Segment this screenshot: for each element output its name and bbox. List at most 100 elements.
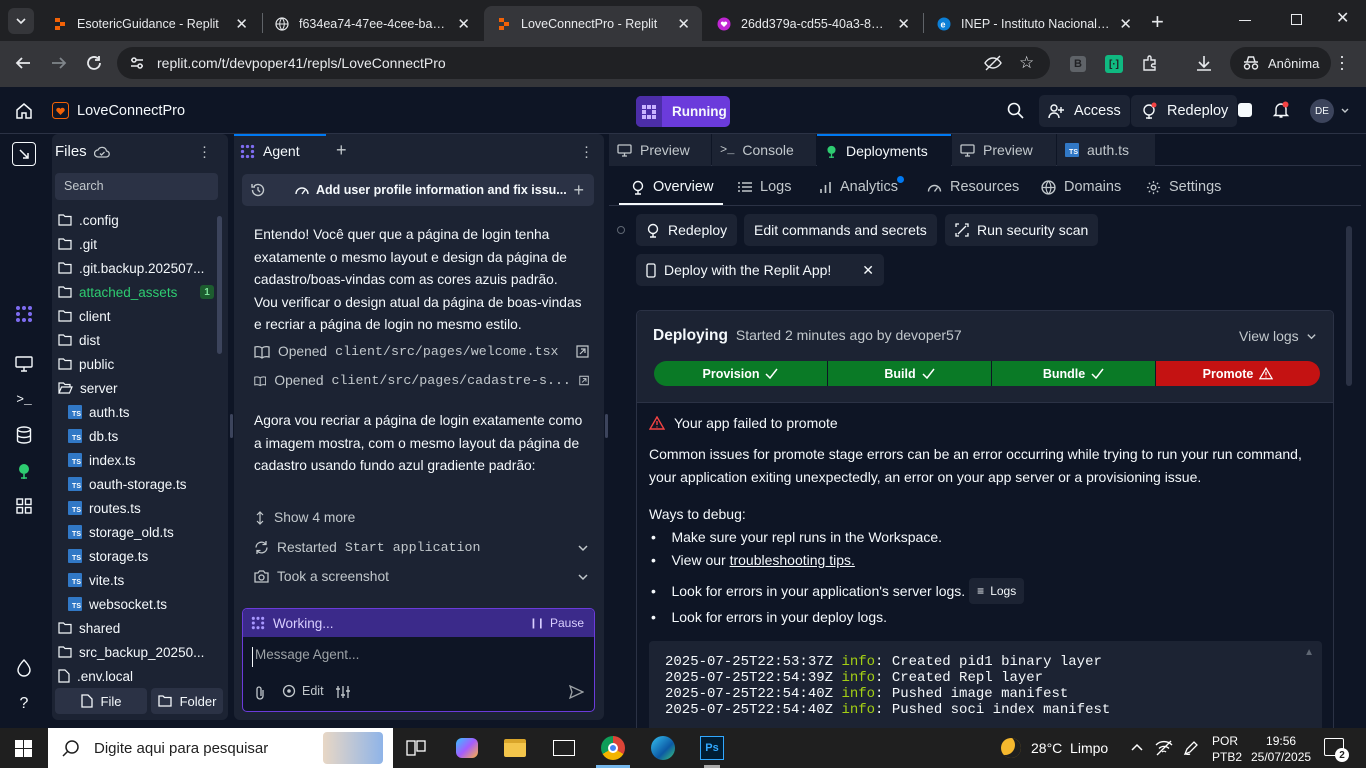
- send-icon[interactable]: [569, 685, 584, 699]
- redeploy-button[interactable]: Redeploy: [636, 214, 738, 246]
- all-tools-icon[interactable]: [14, 496, 34, 516]
- browser-tab[interactable]: 26dd379a-cd55-40a3-83ec- ✕: [704, 6, 922, 41]
- subtab-analytics[interactable]: Analytics: [819, 174, 905, 200]
- file-tree-folder[interactable]: .config: [58, 209, 214, 231]
- files-resize-handle[interactable]: [230, 414, 233, 438]
- site-info-icon[interactable]: [129, 55, 145, 71]
- preview-tool-icon[interactable]: [14, 354, 34, 374]
- thread-title[interactable]: Add user profile information and fix iss…: [316, 183, 567, 197]
- home-icon[interactable]: [15, 102, 33, 120]
- extension-b-icon[interactable]: B: [1070, 56, 1086, 72]
- chevron-up-icon[interactable]: [1130, 741, 1144, 753]
- language-indicator[interactable]: POR PTB2: [1212, 733, 1242, 765]
- agent-tool-icon[interactable]: [14, 304, 34, 324]
- avatar[interactable]: DE: [1310, 99, 1350, 123]
- mail-icon[interactable]: [553, 740, 575, 756]
- close-icon[interactable]: ✕: [862, 262, 874, 279]
- agent-tab[interactable]: Agent: [234, 134, 326, 166]
- file-tree-file[interactable]: TS index.ts: [68, 449, 224, 471]
- multiplayer-icon[interactable]: [1238, 103, 1252, 117]
- incognito-profile-button[interactable]: Anônima: [1230, 47, 1332, 79]
- new-thread-icon[interactable]: +: [573, 180, 584, 201]
- file-tree-folder[interactable]: .git: [58, 233, 214, 255]
- edge-icon[interactable]: [651, 736, 675, 760]
- collapse-up-icon[interactable]: ▲: [1304, 647, 1314, 658]
- file-tree-folder[interactable]: attached_assets 1: [58, 281, 214, 303]
- restore-button[interactable]: [1291, 14, 1302, 25]
- view-logs-button[interactable]: View logs: [1239, 328, 1317, 344]
- agent-resize-handle[interactable]: [605, 414, 608, 438]
- close-icon[interactable]: ✕: [1119, 15, 1132, 33]
- browser-tab[interactable]: f634ea74-47ee-4cee-ba44-c ✕: [262, 6, 482, 41]
- open-external-icon[interactable]: [579, 374, 589, 387]
- chrome-icon[interactable]: [601, 736, 625, 760]
- subtab-overview[interactable]: Overview: [631, 174, 713, 200]
- file-tree-folder[interactable]: src_backup_20250...: [58, 641, 214, 663]
- file-tree-file[interactable]: TS vite.ts: [68, 569, 224, 591]
- photoshop-icon[interactable]: Ps: [700, 736, 724, 760]
- copilot-icon[interactable]: [456, 738, 478, 758]
- pause-button[interactable]: ❙❙ Pause: [529, 616, 584, 630]
- opened-file-row[interactable]: Opened client/src/pages/cadastre-s...: [254, 373, 589, 388]
- history-icon[interactable]: [250, 182, 266, 198]
- project-name-button[interactable]: LoveConnectPro: [52, 102, 185, 119]
- close-icon[interactable]: ✕: [457, 15, 470, 33]
- agent-menu-icon[interactable]: · · ·: [584, 139, 589, 164]
- new-file-button[interactable]: File: [55, 688, 147, 714]
- workspace-scrollbar[interactable]: [1346, 226, 1352, 386]
- files-menu-icon[interactable]: · · ·: [202, 139, 207, 164]
- redeploy-header-button[interactable]: Redeploy: [1131, 95, 1238, 127]
- edit-commands-button[interactable]: Edit commands and secrets: [744, 214, 937, 246]
- close-icon[interactable]: ✕: [897, 15, 910, 33]
- troubleshooting-link[interactable]: troubleshooting tips.: [730, 552, 855, 568]
- security-scan-button[interactable]: Run security scan: [945, 214, 1099, 246]
- browser-tab-active[interactable]: LoveConnectPro - Replit ✕: [484, 6, 702, 41]
- file-tree-folder[interactable]: client: [58, 305, 214, 327]
- help-icon[interactable]: ?: [14, 694, 34, 714]
- theme-icon[interactable]: [14, 658, 34, 678]
- files-scrollbar[interactable]: [217, 216, 222, 354]
- clock[interactable]: 19:56 25/07/2025: [1251, 733, 1311, 765]
- forward-icon[interactable]: [50, 54, 68, 72]
- file-tree-file[interactable]: TS storage_old.ts: [68, 521, 224, 543]
- search-icon[interactable]: [1007, 102, 1024, 119]
- subtab-settings[interactable]: Settings: [1146, 174, 1221, 200]
- access-button[interactable]: Access: [1039, 95, 1130, 127]
- bell-icon[interactable]: [1272, 101, 1290, 119]
- download-icon[interactable]: [1195, 54, 1213, 72]
- weather-widget[interactable]: 28°C Limpo: [1001, 738, 1108, 758]
- file-tree-file[interactable]: TS oauth-storage.ts: [68, 473, 224, 495]
- network-icon[interactable]: [1155, 740, 1173, 756]
- extensions-puzzle-icon[interactable]: [1141, 54, 1159, 72]
- show-more-button[interactable]: Show 4 more: [254, 510, 589, 525]
- pen-icon[interactable]: [1183, 740, 1199, 756]
- extension-green-icon[interactable]: [·]: [1105, 55, 1123, 73]
- browser-menu-icon[interactable]: · · ·: [1339, 47, 1345, 77]
- opened-file-row[interactable]: Opened client/src/pages/welcome.tsx: [254, 344, 589, 359]
- close-icon[interactable]: ✕: [677, 15, 690, 33]
- attach-icon[interactable]: [254, 685, 266, 701]
- eye-off-icon[interactable]: [984, 55, 1002, 71]
- subtab-resources[interactable]: Resources: [927, 174, 1019, 200]
- new-folder-button[interactable]: Folder: [151, 688, 223, 714]
- file-tree-folder[interactable]: shared: [58, 617, 214, 639]
- task-view-icon[interactable]: [406, 739, 426, 757]
- file-tree-file[interactable]: TS auth.ts: [68, 401, 224, 423]
- files-search-input[interactable]: Search: [55, 173, 218, 200]
- browser-tab[interactable]: EsotericGuidance - Replit ✕: [40, 6, 260, 41]
- file-explorer-icon[interactable]: [504, 739, 526, 757]
- subtab-logs[interactable]: Logs: [738, 174, 791, 200]
- server-logs-button[interactable]: ≡ Logs: [969, 578, 1025, 604]
- minimize-button[interactable]: [1239, 20, 1251, 21]
- file-tree-file[interactable]: TS storage.ts: [68, 545, 224, 567]
- restarted-row[interactable]: Restarted Start application: [254, 540, 589, 555]
- deployments-tool-icon[interactable]: [14, 461, 34, 481]
- file-tree-folder[interactable]: public: [58, 353, 214, 375]
- screenshot-row[interactable]: Took a screenshot: [254, 569, 589, 584]
- subtab-domains[interactable]: Domains: [1041, 174, 1121, 200]
- browser-tab[interactable]: e INEP - Instituto Nacional de ✕: [924, 6, 1144, 41]
- close-icon[interactable]: ✕: [235, 15, 248, 33]
- file-tree-file[interactable]: TS routes.ts: [68, 497, 224, 519]
- add-tab-button[interactable]: +: [336, 140, 347, 161]
- run-status-button[interactable]: Running: [636, 96, 730, 127]
